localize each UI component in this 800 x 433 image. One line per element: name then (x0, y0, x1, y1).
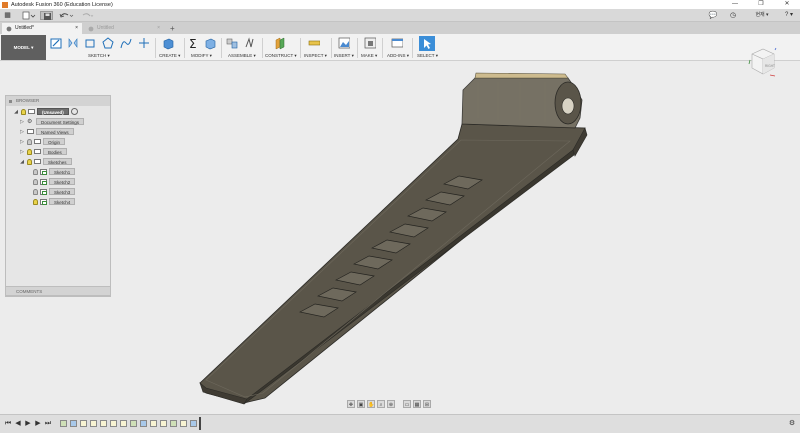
tree-item-document-settings[interactable]: ▷ ⚙ Document Settings (19, 117, 85, 126)
tree-item-label: Sketch2 (49, 178, 76, 185)
timeline-feature[interactable] (100, 420, 107, 427)
tree-item-origin[interactable]: ▷ Origin (19, 137, 66, 146)
folder-icon (34, 139, 41, 144)
browser-header[interactable]: BROWSER (6, 96, 110, 106)
timeline: ⏮ ◀ ▶ ▶ ⏭ ⚙ (0, 414, 800, 433)
timeline-feature[interactable] (110, 420, 117, 427)
timeline-feature-extrude[interactable] (70, 420, 77, 427)
sketch-icon (40, 168, 47, 175)
tree-item-bodies[interactable]: ▷ Bodies (19, 147, 67, 156)
folder-icon (34, 159, 41, 164)
tree-item-label: Sketch1 (49, 168, 76, 175)
tree-item-named-views[interactable]: ▷ Named Views (19, 127, 74, 136)
display-settings-icon[interactable]: ▭ (403, 400, 411, 408)
look-at-icon[interactable]: ▣ (357, 400, 365, 408)
timeline-marker[interactable] (199, 417, 201, 430)
tree-item-sketch1[interactable]: Sketch1 (33, 167, 76, 176)
visibility-bulb-icon[interactable] (21, 108, 26, 115)
timeline-start-button[interactable]: ⏮ (4, 419, 12, 429)
tree-item-label: Named Views (36, 128, 74, 135)
visibility-bulb-icon[interactable] (27, 138, 32, 145)
timeline-feature[interactable] (120, 420, 127, 427)
expand-triangle-icon[interactable]: ▷ (19, 149, 25, 155)
collapse-triangle-icon[interactable]: ◢ (13, 109, 19, 115)
sketch-icon (40, 188, 47, 195)
timeline-feature[interactable] (90, 420, 97, 427)
timeline-feature-sketch[interactable] (170, 420, 177, 427)
tree-item-label: Sketches (43, 158, 72, 165)
visibility-bulb-icon[interactable] (27, 158, 32, 165)
visibility-bulb-icon[interactable] (33, 178, 38, 185)
tree-item-label: Origin (43, 138, 66, 145)
timeline-feature-extrude[interactable] (190, 420, 197, 427)
navigation-bar: ✥ ▣ ✋ ⌕ ⊕ ▭ ▦ ⊞ (347, 400, 431, 408)
timeline-feature-sketch[interactable] (130, 420, 137, 427)
sketch-icon (40, 198, 47, 205)
zoom-window-icon[interactable]: ⊕ (387, 400, 395, 408)
comments-panel[interactable]: COMMENTS (5, 286, 111, 296)
timeline-next-button[interactable]: ▶ (34, 419, 42, 429)
timeline-settings-gear-icon[interactable]: ⚙ (788, 419, 796, 429)
orbit-icon[interactable]: ✥ (347, 400, 355, 408)
visibility-bulb-icon[interactable] (27, 148, 32, 155)
visibility-bulb-icon[interactable] (33, 198, 38, 205)
tree-item-label: Bodies (43, 148, 67, 155)
timeline-feature-extrude[interactable] (140, 420, 147, 427)
visibility-bulb-icon[interactable] (33, 188, 38, 195)
model-body[interactable] (199, 72, 588, 405)
viewports-icon[interactable]: ⊞ (423, 400, 431, 408)
tree-item-sketch3[interactable]: Sketch3 (33, 187, 76, 196)
timeline-feature[interactable] (160, 420, 167, 427)
expand-triangle-icon[interactable]: ▷ (19, 119, 25, 125)
tree-item-label: Sketch3 (49, 188, 76, 195)
timeline-feature-sketch[interactable] (60, 420, 67, 427)
pan-icon[interactable]: ✋ (367, 400, 375, 408)
zoom-icon[interactable]: ⌕ (377, 400, 385, 408)
tree-item-label: Sketch4 (49, 198, 76, 205)
activate-radio-icon[interactable] (70, 108, 78, 115)
tree-item-sketch4[interactable]: Sketch4 (33, 197, 76, 206)
tree-item-sketch2[interactable]: Sketch2 (33, 177, 76, 186)
tree-root[interactable]: ◢ (Unsaved) (13, 107, 78, 116)
expand-triangle-icon[interactable]: ▷ (19, 139, 25, 145)
tree-item-label: Document Settings (36, 118, 85, 125)
visibility-bulb-icon[interactable] (33, 168, 38, 175)
root-label[interactable]: (Unsaved) (37, 108, 69, 115)
sketch-icon (40, 178, 47, 185)
tree-item-sketches[interactable]: ◢ Sketches (19, 157, 72, 166)
timeline-end-button[interactable]: ⏭ (44, 419, 52, 429)
folder-icon (27, 129, 34, 134)
collapse-triangle-icon[interactable]: ◢ (19, 159, 25, 165)
timeline-feature[interactable] (150, 420, 157, 427)
expand-triangle-icon[interactable]: ▷ (19, 129, 25, 135)
gear-icon: ⚙ (27, 119, 33, 125)
browser-panel: BROWSER ◢ (Unsaved) ▷ ⚙ Document Setting… (5, 95, 111, 297)
timeline-feature[interactable] (180, 420, 187, 427)
timeline-prev-button[interactable]: ◀ (14, 419, 22, 429)
viewport-canvas[interactable] (0, 0, 800, 433)
grid-settings-icon[interactable]: ▦ (413, 400, 421, 408)
timeline-play-button[interactable]: ▶ (24, 419, 32, 429)
timeline-feature[interactable] (80, 420, 87, 427)
folder-icon (34, 149, 41, 154)
component-icon (28, 109, 35, 114)
